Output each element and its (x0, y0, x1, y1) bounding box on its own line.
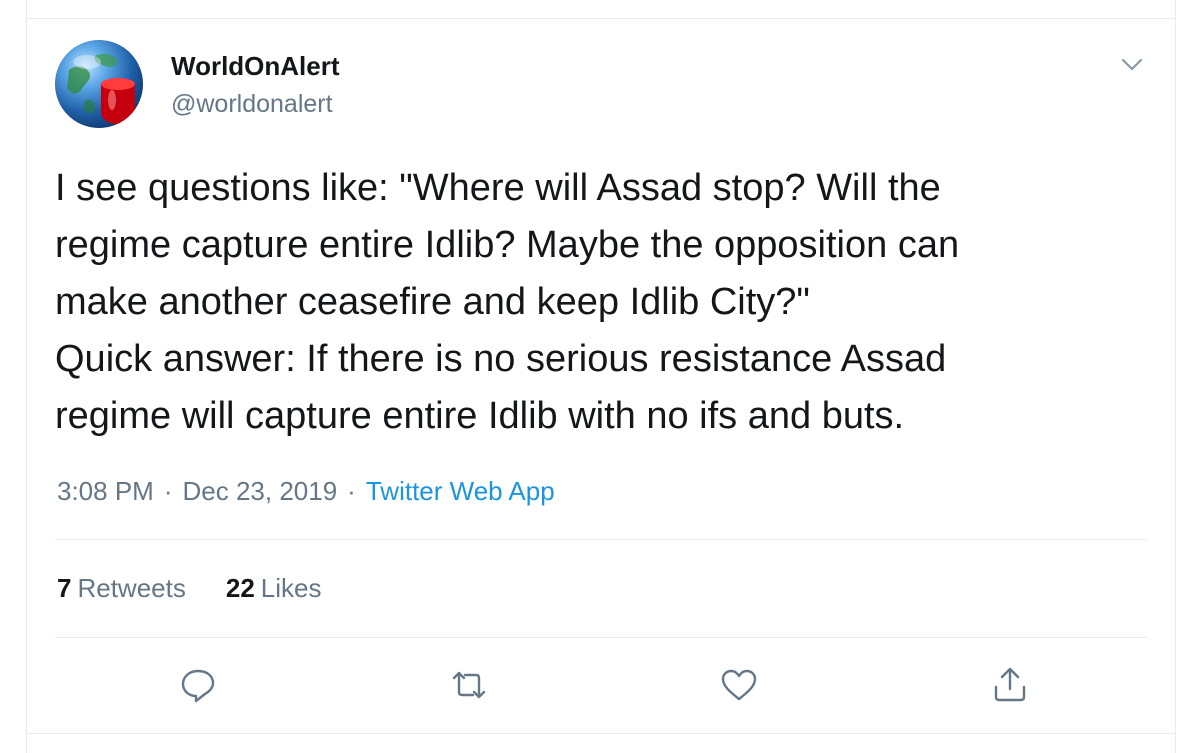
retweet-icon (452, 671, 486, 699)
meta-separator: · (347, 476, 356, 506)
tweet-time[interactable]: 3:08 PM (57, 476, 154, 507)
tweet-date[interactable]: Dec 23, 2019 (183, 476, 338, 507)
more-options-button[interactable] (1118, 50, 1146, 78)
reply-icon (181, 669, 215, 703)
likes-count: 22 (225, 573, 255, 603)
tweet-text: I see questions like: "Where will Assad … (55, 167, 960, 437)
tweet-meta: 3:08 PM · Dec 23, 2019 · Twitter Web App (57, 476, 555, 507)
likes-stat[interactable]: 22 Likes (226, 573, 322, 604)
retweets-stat[interactable]: 7 Retweets (57, 573, 186, 604)
retweet-button[interactable] (446, 662, 492, 708)
avatar[interactable] (55, 40, 143, 128)
like-button[interactable] (716, 662, 762, 708)
author-handle[interactable]: @worldonalert (171, 90, 333, 119)
retweets-count: 7 (57, 573, 72, 603)
likes-label: Likes (260, 573, 322, 603)
tweet-stats: 7 Retweets 22 Likes (57, 573, 361, 604)
stats-divider-bottom (55, 637, 1147, 638)
share-button[interactable] (987, 662, 1033, 708)
action-bar (0, 662, 1200, 708)
reply-button[interactable] (175, 662, 221, 708)
share-icon (994, 667, 1026, 702)
stats-divider-top (55, 539, 1147, 540)
author-display-name[interactable]: WorldOnAlert (171, 51, 340, 82)
bottom-divider (26, 733, 1176, 734)
tweet-source-link[interactable]: Twitter Web App (366, 476, 555, 507)
chevron-down-icon (1121, 58, 1143, 71)
heart-icon (721, 669, 757, 701)
top-divider (26, 18, 1176, 19)
retweets-label: Retweets (77, 573, 186, 603)
meta-separator: · (163, 476, 173, 506)
globe-alert-icon (67, 53, 135, 124)
